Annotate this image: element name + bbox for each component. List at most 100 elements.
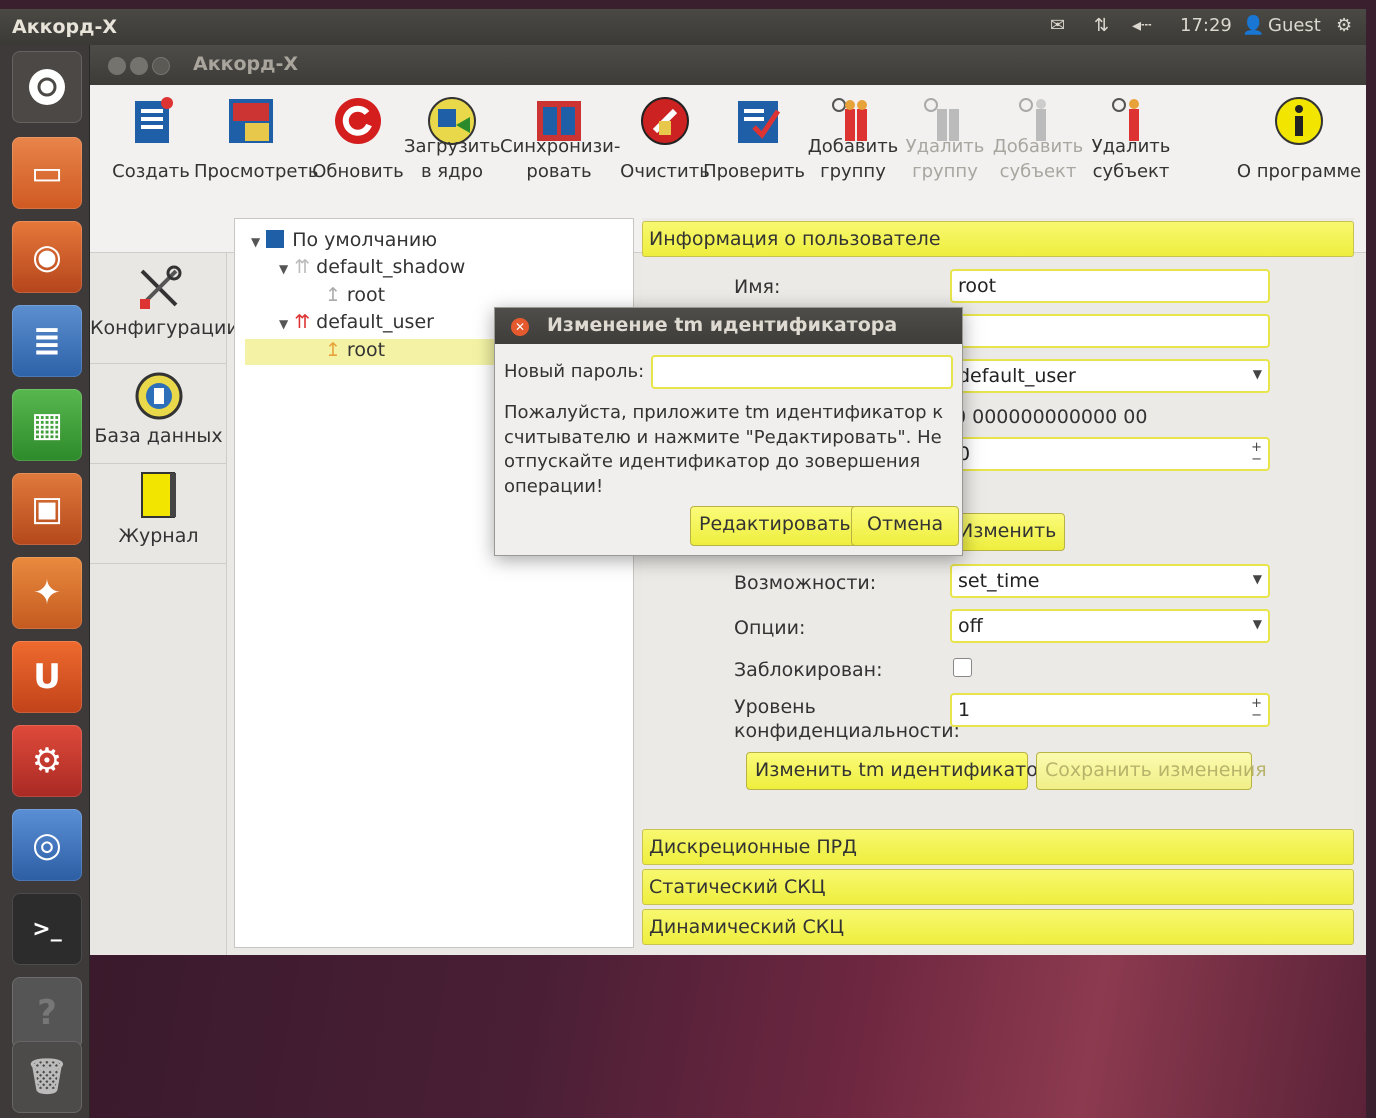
level-label-line1: Уровень [734,696,816,718]
dialog-message: Пожалуйста, приложите tm идентификатор к… [504,402,944,497]
password-label: Новый пароль: [504,361,645,382]
minimize-window-button[interactable] [130,57,148,75]
system-settings-icon[interactable]: ⚙ [12,725,82,797]
cancel-button[interactable]: Отмена [851,506,960,546]
expand-triangle-icon[interactable]: ▼ [279,317,288,331]
firefox-icon[interactable]: ◉ [12,221,82,293]
nav-journal[interactable]: Журнал [90,471,227,547]
remove-subject-button[interactable]: Удалить субъект [1088,95,1174,184]
group-select[interactable]: default_user ▼ [950,359,1270,393]
user-icon: ↥ [325,339,341,361]
tree-node-user-root[interactable]: ↥ root [325,339,385,361]
id-value: 0 000000000000 00 [954,406,1148,428]
clock[interactable]: 17:29 [1180,15,1232,36]
desktop-wallpaper [90,955,1366,1118]
expand-triangle-icon[interactable]: ▼ [279,262,288,276]
spin-field[interactable]: 0 + − [950,437,1270,471]
chevron-down-icon: ▼ [1252,617,1262,631]
group-icon: ⇈ [294,311,311,333]
load-kernel-button[interactable]: Загрузить в ядро [404,95,500,184]
create-button[interactable]: Создать [108,95,194,184]
config-tools-icon [134,263,184,313]
section-discretionary[interactable]: Дискреционные ПРД [642,829,1354,865]
change-tm-id-button[interactable]: Изменить tm идентификатор [746,752,1050,790]
section-static-skc[interactable]: Статический СКЦ [642,869,1354,905]
sync-button[interactable]: Синхронизи-ровать [500,95,620,184]
trash-icon[interactable]: 🗑 [12,1041,82,1113]
view-icon [225,95,277,147]
remove-group-button[interactable]: Удалить группу [904,95,986,184]
section-user-info[interactable]: Информация о пользователе [642,221,1354,257]
expand-triangle-icon[interactable]: ▼ [251,235,260,249]
dash-home-icon[interactable] [12,51,82,123]
nav-configurations[interactable]: Конфигурации [90,263,239,339]
writer-icon[interactable]: ≣ [12,305,82,377]
info-icon [1273,95,1325,147]
clear-icon [639,95,691,147]
options-label: Опции: [734,617,806,639]
close-icon[interactable]: ✕ [511,318,529,336]
tree-node-default[interactable]: ▼ По умолчанию [251,229,437,251]
view-button[interactable]: Просмотреть [194,95,319,184]
left-nav: Конфигурации База данных Журнал [90,253,239,955]
tree-node-default-shadow[interactable]: ▼ ⇈ default_shadow [279,256,465,278]
capabilities-select[interactable]: set_time ▼ [950,564,1270,598]
dialog-title: Изменение tm идентификатора [495,308,962,344]
journal-icon [134,471,184,521]
app-title: Аккорд-X [12,16,118,38]
software-center-icon[interactable]: ✦ [12,557,82,629]
top-panel: Аккорд-X ✉ ⇅ ◂┄ 17:29 👤 Guest ⚙ [0,9,1366,45]
tree-node-shadow-root[interactable]: ↥ root [325,284,385,306]
new-password-input[interactable] [651,355,953,389]
window-titlebar: Аккорд-X [90,45,1366,85]
level-spin-field[interactable]: 1 + − [950,693,1270,727]
database-icon [134,371,184,421]
spinner-arrows-icon[interactable]: + − [1251,697,1262,722]
group-icon: ⇈ [294,256,311,278]
maximize-window-button[interactable] [152,57,170,75]
impress-icon[interactable]: ▣ [12,473,82,545]
capabilities-label: Возможности: [734,572,877,594]
refresh-icon [332,95,384,147]
name-input[interactable]: root [950,269,1270,303]
tree-node-default-user[interactable]: ▼ ⇈ default_user [279,311,434,333]
change-tm-dialog: Изменение tm идентификатора ✕ Новый паро… [494,307,963,556]
name-label: Имя: [734,276,781,298]
files-icon[interactable]: ▭ [12,137,82,209]
terminal-icon[interactable]: >_ [12,893,82,965]
locked-checkbox[interactable] [953,658,972,677]
nav-database[interactable]: База данных [90,371,227,447]
power-icon[interactable]: ⚙ [1336,15,1352,36]
user-icon: 👤 [1242,15,1265,36]
check-icon [732,95,784,147]
folder-icon [266,230,285,248]
mail-icon[interactable]: ✉ [1050,15,1065,36]
options-select[interactable]: off ▼ [950,609,1270,643]
chevron-down-icon: ▼ [1252,572,1262,586]
network-icon[interactable]: ⇅ [1094,15,1109,36]
section-dynamic-skc[interactable]: Динамический СКЦ [642,909,1354,945]
refresh-button[interactable]: Обновить [312,95,404,184]
chromium-icon[interactable]: ◎ [12,809,82,881]
add-group-button[interactable]: Добавить группу [806,95,900,184]
window-title: Аккорд-X [193,53,299,75]
unknown-app-icon[interactable]: ? [12,977,82,1049]
check-button[interactable]: Проверить [703,95,806,184]
change-button[interactable]: Изменить [950,513,1066,551]
chevron-down-icon: ▼ [1252,367,1262,381]
save-changes-button[interactable]: Сохранить изменения [1036,752,1267,790]
about-button[interactable]: О программе [1236,95,1362,184]
user-name[interactable]: Guest [1268,15,1321,36]
close-window-button[interactable] [108,57,126,75]
locked-label: Заблокирован: [734,659,883,681]
add-subject-button[interactable]: Добавить субъект [992,95,1084,184]
ubuntu-one-icon[interactable]: U [12,641,82,713]
user-icon: ↥ [325,284,341,306]
edit-button[interactable]: Редактировать [690,506,860,546]
spinner-arrows-icon[interactable]: + − [1251,441,1262,466]
launcher: ▭ ◉ ≣ ▦ ▣ ✦ U ⚙ ◎ >_ ? 🗑 [0,45,90,1118]
sound-icon[interactable]: ◂┄ [1132,15,1152,36]
clear-button[interactable]: Очистить [620,95,710,184]
calc-icon[interactable]: ▦ [12,389,82,461]
secondary-input[interactable] [950,314,1270,348]
